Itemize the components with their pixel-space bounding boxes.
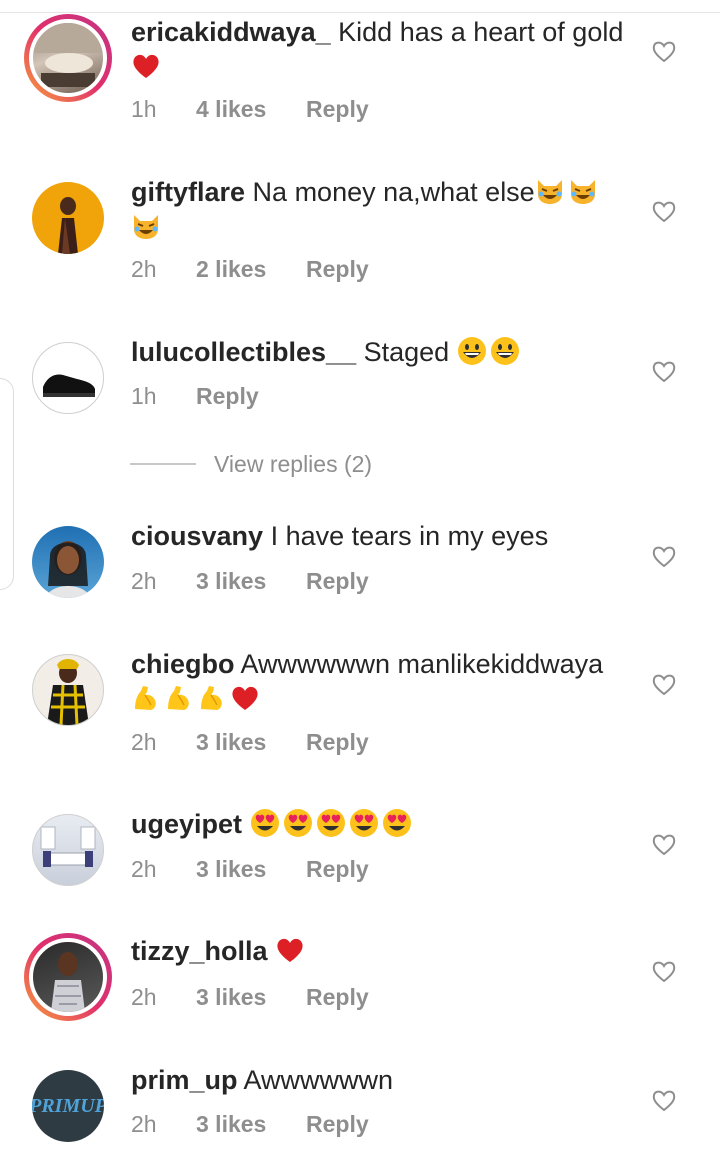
- like-heart-icon[interactable]: [651, 958, 677, 984]
- comment-likes[interactable]: 3 likes: [196, 1111, 266, 1138]
- like-heart-icon[interactable]: [651, 671, 677, 697]
- comment-likes[interactable]: 3 likes: [196, 568, 266, 595]
- reply-button[interactable]: Reply: [306, 729, 369, 756]
- heart-eyes-icon: [316, 808, 346, 838]
- like-heart-icon[interactable]: [651, 1087, 677, 1113]
- like-heart-icon[interactable]: [651, 198, 677, 224]
- comment-time: 2h: [131, 568, 157, 594]
- comment-likes[interactable]: 2 likes: [196, 256, 266, 283]
- comment-time: 2h: [131, 1111, 157, 1137]
- comment-text: Staged: [363, 337, 450, 367]
- comment-text: Kidd has a heart of gold: [338, 17, 624, 47]
- avatar[interactable]: [24, 933, 112, 1021]
- heart-eyes-icon: [382, 808, 412, 838]
- grinning-face-icon: [457, 336, 487, 366]
- comment-time: 2h: [131, 729, 157, 755]
- grinning-face-icon: [490, 336, 520, 366]
- comment-username[interactable]: tizzy_holla: [131, 936, 268, 966]
- comment-username[interactable]: chiegbo: [131, 649, 235, 679]
- flexed-biceps-icon: [197, 683, 227, 713]
- reply-button[interactable]: Reply: [306, 856, 369, 883]
- red-heart-icon: [230, 683, 260, 713]
- view-replies-label: View replies (2): [214, 451, 373, 477]
- comment-likes[interactable]: 3 likes: [196, 984, 266, 1011]
- reply-button[interactable]: Reply: [306, 568, 369, 595]
- comment-likes[interactable]: 3 likes: [196, 856, 266, 883]
- red-heart-icon: [275, 935, 305, 965]
- comment-time: 2h: [131, 856, 157, 882]
- cat-joy-icon: [131, 211, 161, 241]
- reply-button[interactable]: Reply: [196, 383, 259, 410]
- comment-text: Awwwwwwn: [243, 1065, 394, 1095]
- comment-text: Awwwwwwn manlikekiddwaya: [240, 649, 604, 679]
- heart-eyes-icon: [349, 808, 379, 838]
- cat-joy-icon: [568, 176, 598, 206]
- red-heart-icon: [131, 51, 161, 81]
- comment-username[interactable]: ericakiddwaya_: [131, 17, 331, 47]
- like-heart-icon[interactable]: [651, 358, 677, 384]
- flexed-biceps-icon: [131, 683, 161, 713]
- avatar[interactable]: [24, 646, 112, 734]
- flexed-biceps-icon: [164, 683, 194, 713]
- comment-time: 1h: [131, 96, 157, 122]
- comment-time: 2h: [131, 984, 157, 1010]
- reply-button[interactable]: Reply: [306, 984, 369, 1011]
- top-divider: [0, 0, 720, 13]
- comment-likes[interactable]: 3 likes: [196, 729, 266, 756]
- comment-username[interactable]: ciousvany: [131, 521, 263, 551]
- comment-time: 2h: [131, 256, 157, 282]
- avatar[interactable]: [24, 14, 112, 102]
- comment-likes[interactable]: 4 likes: [196, 96, 266, 123]
- comment-time: 1h: [131, 383, 157, 409]
- heart-eyes-icon: [250, 808, 280, 838]
- reply-button[interactable]: Reply: [306, 96, 369, 123]
- comment-username[interactable]: ugeyipet: [131, 809, 242, 839]
- like-heart-icon[interactable]: [651, 38, 677, 64]
- comment-username[interactable]: prim_up: [131, 1065, 238, 1095]
- avatar[interactable]: [24, 174, 112, 262]
- avatar[interactable]: [24, 806, 112, 894]
- cat-joy-icon: [535, 176, 565, 206]
- like-heart-icon[interactable]: [651, 543, 677, 569]
- avatar[interactable]: [24, 518, 112, 606]
- side-panel-edge: [0, 378, 14, 590]
- comment-username[interactable]: lulucollectibles__: [131, 337, 356, 367]
- heart-eyes-icon: [283, 808, 313, 838]
- reply-button[interactable]: Reply: [306, 256, 369, 283]
- avatar[interactable]: PRIMUP: [24, 1062, 112, 1150]
- comment-text: Na money na,what else: [252, 177, 535, 207]
- avatar[interactable]: [24, 334, 112, 422]
- replies-divider: [130, 463, 196, 465]
- comment-text: I have tears in my eyes: [270, 521, 549, 551]
- reply-button[interactable]: Reply: [306, 1111, 369, 1138]
- avatar-logo-text: PRIMUP: [32, 1095, 104, 1117]
- comment-username[interactable]: giftyflare: [131, 177, 245, 207]
- like-heart-icon[interactable]: [651, 831, 677, 857]
